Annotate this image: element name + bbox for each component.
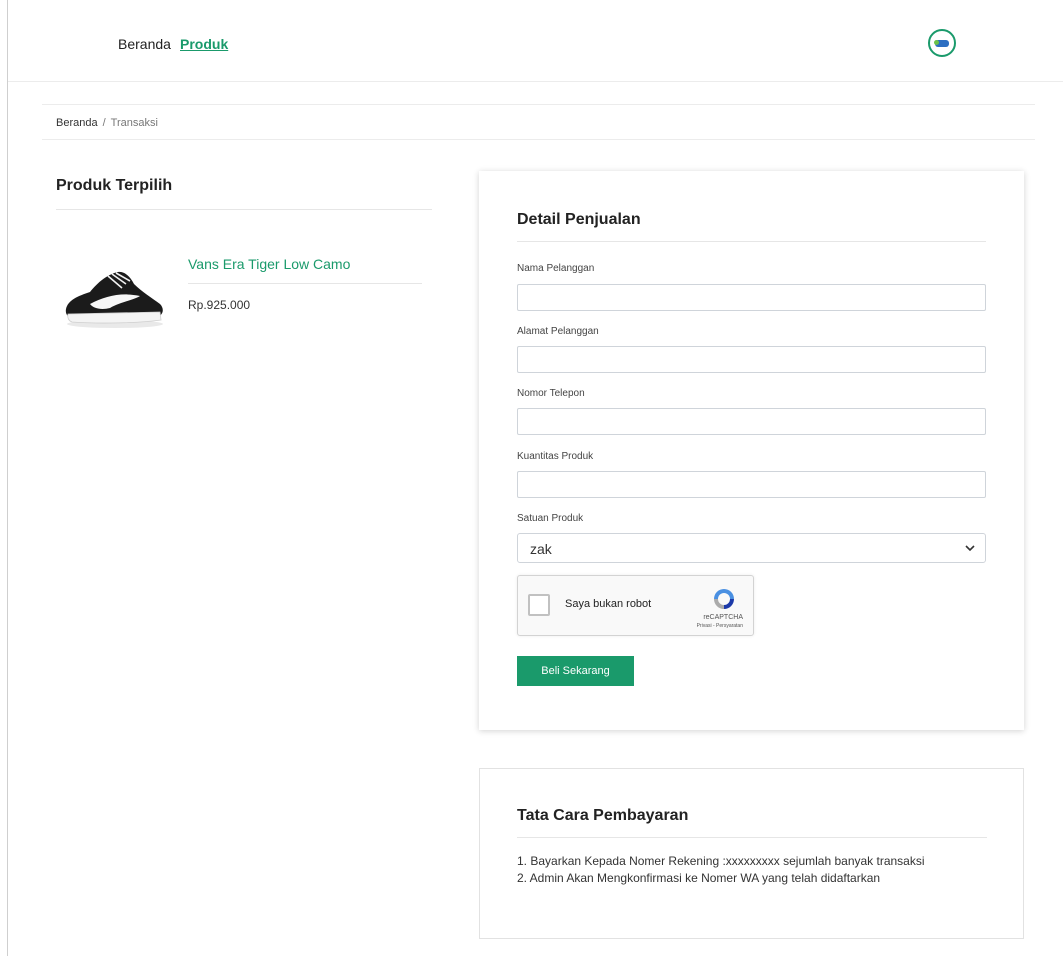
- sales-detail-card: Detail Penjualan Nama Pelanggan Alamat P…: [479, 171, 1024, 730]
- recaptcha-terms-link[interactable]: Privasi - Persyaratan: [697, 623, 743, 629]
- product-quantity-input[interactable]: [517, 471, 986, 498]
- brand-logo-icon[interactable]: [928, 29, 956, 57]
- card-divider: [517, 241, 986, 242]
- product-unit-label: Satuan Produk: [517, 513, 584, 524]
- phone-number-label: Nomor Telepon: [517, 388, 585, 399]
- customer-address-input[interactable]: [517, 346, 986, 373]
- customer-name-label: Nama Pelanggan: [517, 263, 595, 274]
- page-left-border: [7, 0, 8, 956]
- recaptcha-widget: Saya bukan robot reCAPTCHA Privasi - Per…: [517, 575, 754, 636]
- product-price: Rp.925.000: [188, 298, 251, 312]
- product-quantity-label: Kuantitas Produk: [517, 451, 594, 462]
- recaptcha-checkbox[interactable]: [528, 594, 550, 616]
- selected-products-title: Produk Terpilih: [56, 177, 173, 194]
- section-divider: [56, 209, 432, 210]
- breadcrumb-separator: /: [102, 117, 106, 129]
- product-unit-select[interactable]: zak: [517, 533, 986, 563]
- nav-link-beranda[interactable]: Beranda: [118, 36, 171, 52]
- logo-dot: [934, 40, 939, 45]
- payment-divider: [517, 837, 987, 838]
- customer-name-input[interactable]: [517, 284, 986, 311]
- breadcrumb-home-link[interactable]: Beranda: [56, 117, 98, 129]
- phone-number-input[interactable]: [517, 408, 986, 435]
- product-name-link[interactable]: Vans Era Tiger Low Camo: [188, 256, 350, 272]
- breadcrumb-current: Transaksi: [110, 117, 158, 129]
- product-unit-value: zak: [530, 541, 552, 557]
- sales-detail-title: Detail Penjualan: [517, 211, 641, 228]
- product-divider: [188, 283, 422, 284]
- payment-step: 2. Admin Akan Mengkonfirmasi ke Nomer WA…: [517, 871, 881, 885]
- breadcrumb: Beranda / Transaksi: [42, 104, 1035, 140]
- payment-step: 1. Bayarkan Kepada Nomer Rekening :xxxxx…: [517, 854, 925, 868]
- recaptcha-icon: [714, 589, 734, 609]
- payment-instructions-title: Tata Cara Pembayaran: [517, 807, 689, 824]
- top-navbar: Beranda Produk: [8, 0, 1063, 82]
- customer-address-label: Alamat Pelanggan: [517, 326, 599, 337]
- sneaker-image: [65, 271, 163, 328]
- buy-now-button[interactable]: Beli Sekarang: [517, 656, 634, 686]
- nav-link-produk[interactable]: Produk: [180, 36, 228, 52]
- payment-steps-list: 1. Bayarkan Kepada Nomer Rekening :xxxxx…: [517, 853, 925, 887]
- recaptcha-brand: reCAPTCHA: [703, 614, 743, 621]
- payment-instructions-card: Tata Cara Pembayaran 1. Bayarkan Kepada …: [479, 768, 1024, 939]
- chevron-down-icon: [965, 545, 975, 552]
- recaptcha-label: Saya bukan robot: [565, 598, 652, 610]
